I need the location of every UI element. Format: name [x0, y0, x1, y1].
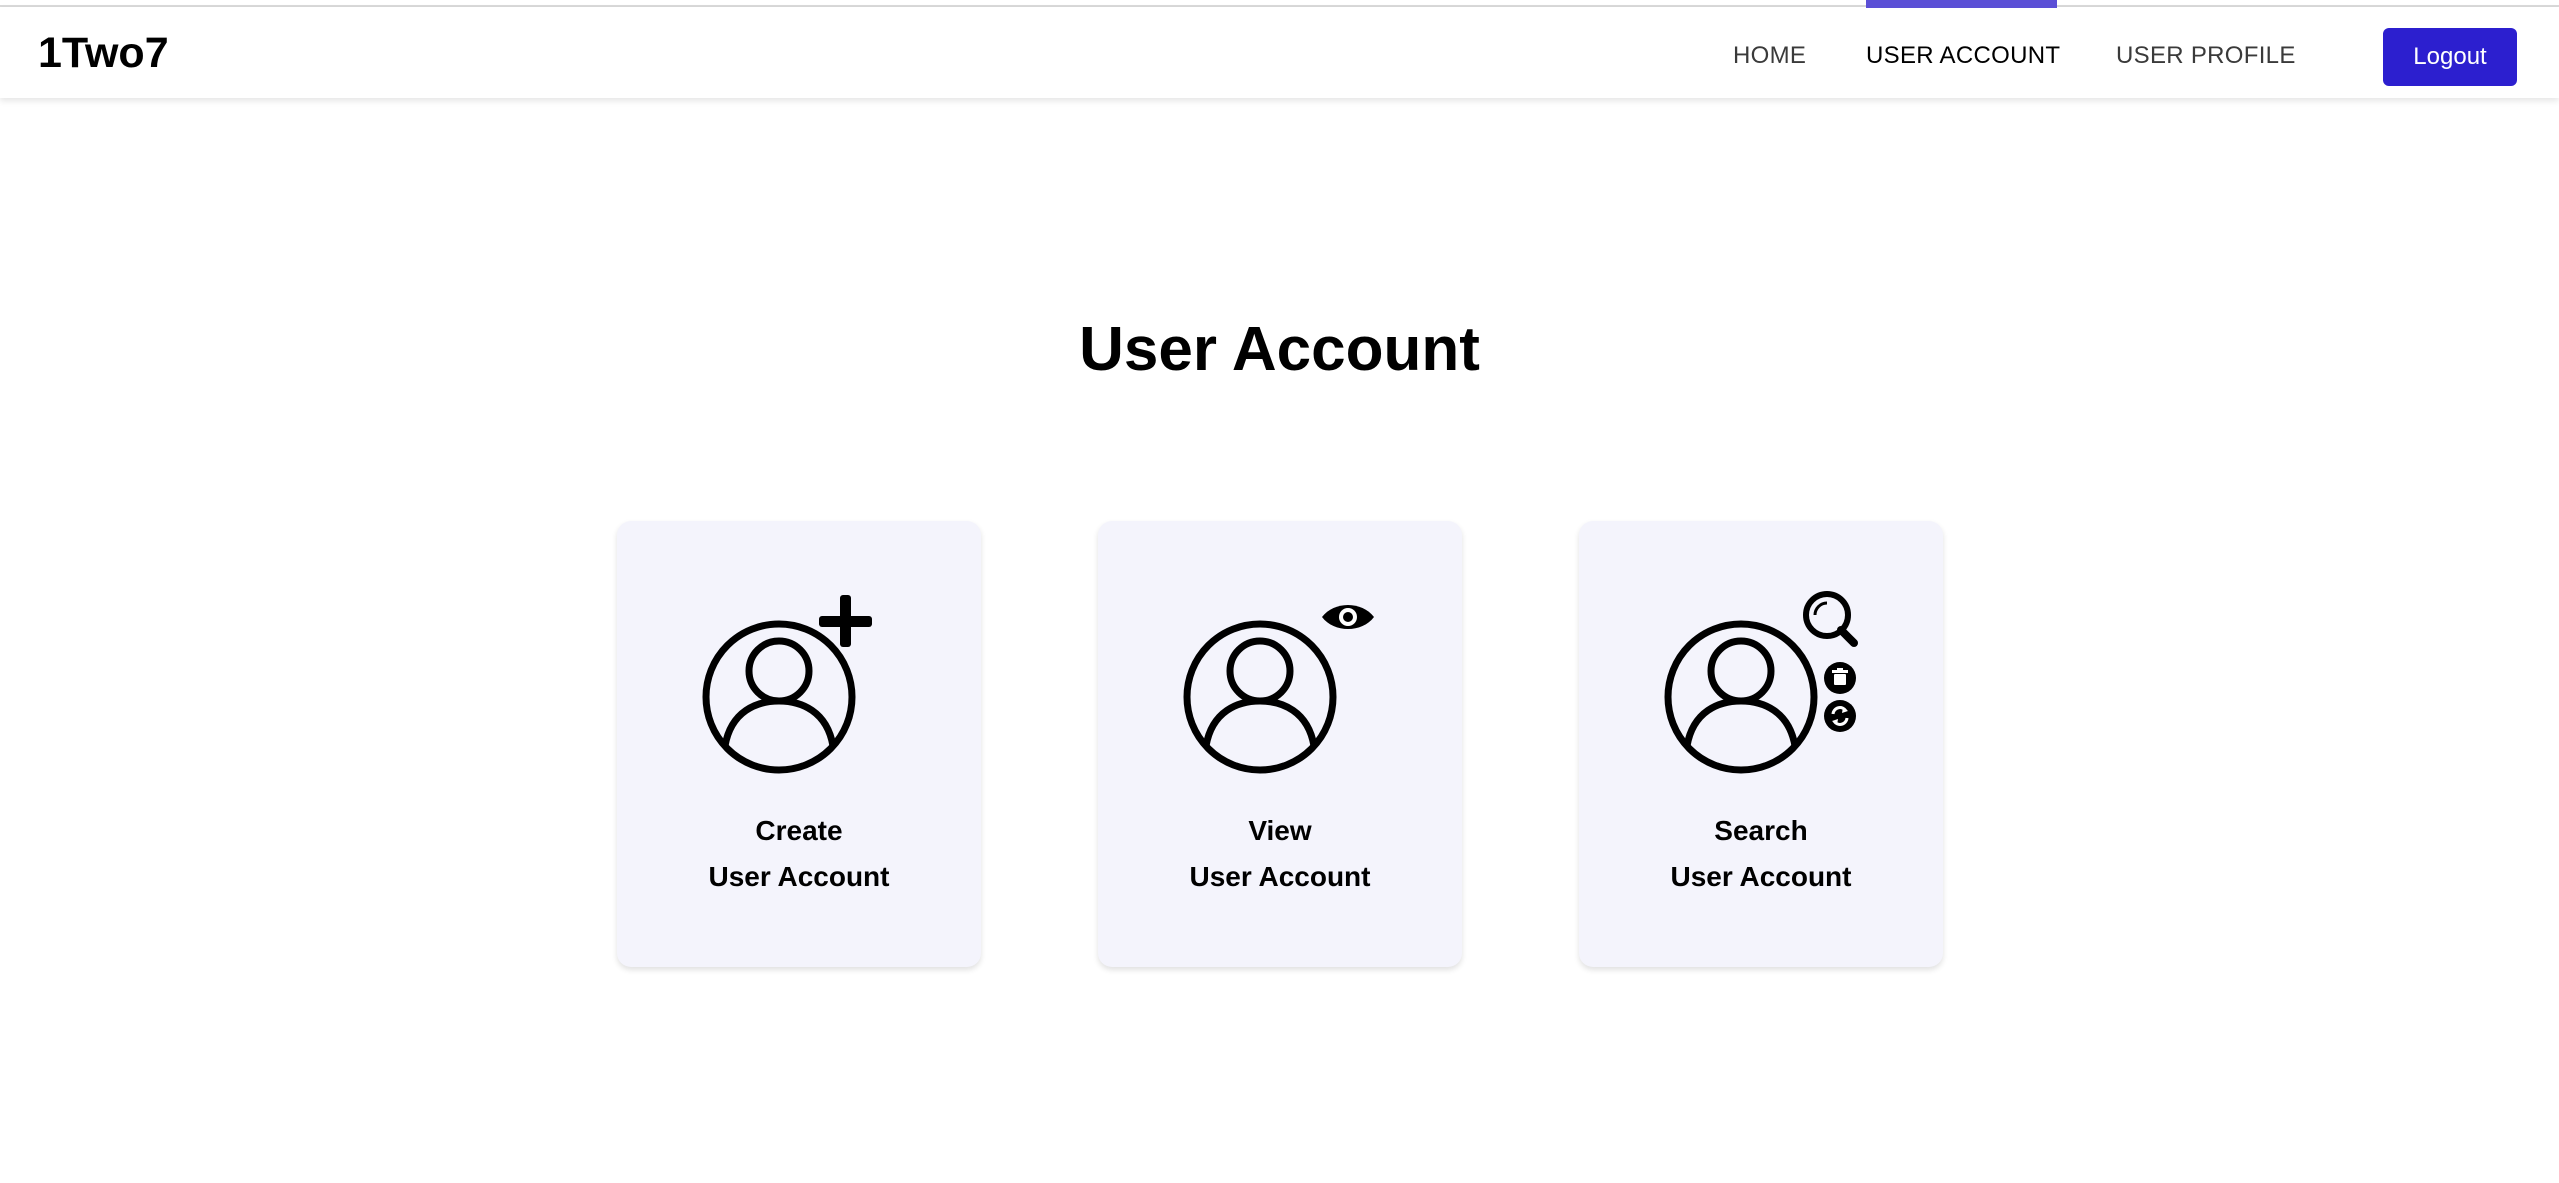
create-card-subtitle: User Account: [708, 861, 890, 892]
user-view-icon: [1183, 605, 1374, 774]
top-navbar: 1Two7 HOME USER ACCOUNT USER PROFILE Log…: [0, 7, 2559, 98]
active-nav-indicator: [1866, 0, 2057, 8]
search-card-subtitle: User Account: [1670, 861, 1852, 892]
nav-home[interactable]: HOME: [1733, 42, 1806, 70]
window-top-border: [0, 0, 2559, 7]
user-add-icon: [702, 595, 872, 774]
nav-user-profile[interactable]: USER PROFILE: [2116, 42, 2296, 70]
view-card-title: View: [1248, 815, 1312, 846]
user-search-icon: [1664, 591, 1858, 774]
brand-logo[interactable]: 1Two7: [38, 29, 169, 78]
nav-user-account[interactable]: USER ACCOUNT: [1866, 42, 2060, 70]
create-card-title: Create: [755, 815, 843, 846]
logout-button[interactable]: Logout: [2383, 28, 2517, 86]
view-card-subtitle: User Account: [1189, 861, 1371, 892]
page-title: User Account: [1079, 315, 1480, 384]
search-card-title: Search: [1714, 815, 1808, 846]
